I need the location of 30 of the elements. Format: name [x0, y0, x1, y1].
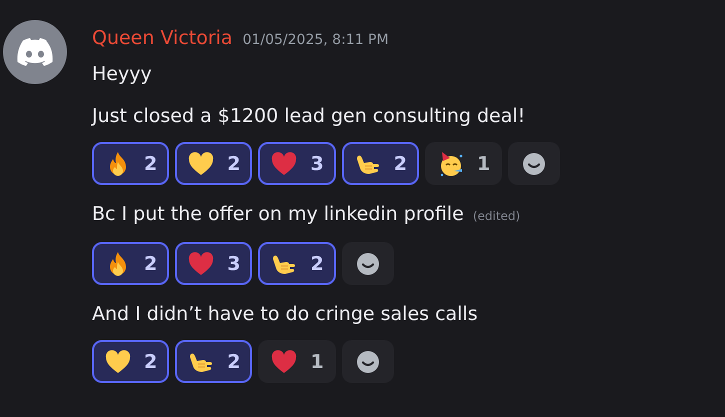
reaction-button[interactable]: 2 [342, 142, 419, 185]
reaction-button[interactable]: 2 [175, 142, 252, 185]
add-reaction-button[interactable] [342, 242, 394, 285]
message-text: Heyyy [92, 63, 152, 85]
reaction-button[interactable]: 1 [258, 340, 336, 383]
message-text: Bc I put the offer on my linkedin profile [92, 203, 464, 225]
smiley-icon [356, 252, 380, 276]
author-name[interactable]: Queen Victoria [92, 27, 233, 49]
smiley-icon [356, 350, 380, 374]
smiley-icon [522, 152, 546, 176]
heart-icon [270, 150, 298, 178]
reaction-button[interactable]: 2 [92, 340, 170, 383]
message-text: Just closed a $1200 lead gen consulting deal! [92, 105, 526, 127]
reaction-button[interactable]: 2 [258, 242, 336, 285]
reaction-button[interactable]: 2 [175, 340, 252, 383]
heart-icon [187, 250, 216, 278]
reaction-button[interactable]: 2 [92, 242, 170, 285]
reaction-button[interactable]: 3 [258, 142, 336, 185]
heart-icon [187, 150, 216, 178]
add-reaction-button[interactable] [508, 142, 560, 185]
message-text: And I didn’t have to do cringe sales calls [92, 303, 478, 325]
reaction-button[interactable]: 2 [92, 142, 170, 185]
reaction-button[interactable]: 3 [175, 242, 252, 285]
timestamp: 01/05/2025, 8:11 PM [242, 32, 389, 48]
game-controller-icon [17, 38, 53, 66]
heart-icon [270, 348, 298, 376]
edited-label: (edited) [472, 209, 520, 223]
heart-icon [104, 348, 132, 376]
add-reaction-button[interactable] [342, 340, 394, 383]
reaction-button[interactable]: 1 [424, 142, 502, 185]
